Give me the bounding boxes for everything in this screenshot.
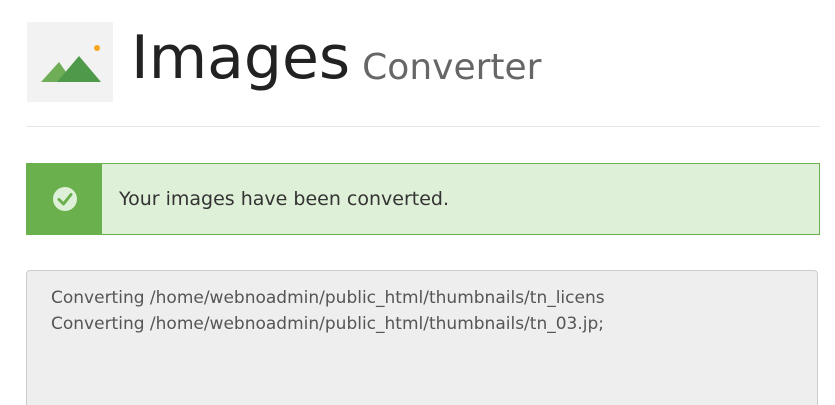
mountains-icon	[41, 45, 101, 82]
output-line: Converting /home/webnoadmin/public_html/…	[51, 288, 605, 308]
alert-icon-box	[27, 164, 102, 234]
success-alert: Your images have been converted.	[26, 163, 820, 235]
page-title: Images	[131, 23, 351, 93]
alert-message: Your images have been converted.	[119, 188, 449, 210]
images-icon	[27, 22, 113, 102]
page-header: Images Converter	[27, 22, 541, 102]
conversion-output[interactable]: Converting /home/webnoadmin/public_html/…	[26, 270, 818, 405]
header-divider	[26, 126, 820, 127]
output-line: Converting /home/webnoadmin/public_html/…	[51, 314, 604, 334]
page: Images Converter Your images have been c…	[0, 0, 835, 405]
page-subtitle: Converter	[362, 47, 542, 88]
check-circle-icon	[52, 187, 77, 211]
